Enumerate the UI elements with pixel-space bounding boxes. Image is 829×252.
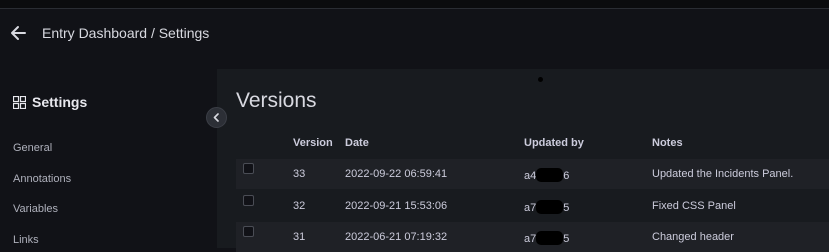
date-cell: 2022-09-21 15:53:06 — [345, 200, 448, 212]
table-row[interactable]: 33 2022-09-22 06:59:41 a4 6 Updated the I… — [236, 159, 829, 189]
sidebar-item-links[interactable]: Links — [13, 234, 39, 246]
row-checkbox[interactable] — [243, 226, 254, 237]
sidebar-title-label: Settings — [32, 94, 88, 110]
updated-by-cell: a4 6 — [524, 168, 570, 182]
date-cell: 2022-06-21 07:19:32 — [345, 231, 448, 243]
settings-sidebar: Settings General Annotations Variables L… — [0, 58, 217, 248]
breadcrumb[interactable]: Entry Dashboard / Settings — [42, 25, 209, 41]
row-checkbox[interactable] — [243, 195, 254, 206]
sidebar-item-general[interactable]: General — [13, 142, 52, 154]
updated-by-cell: a7 5 — [524, 200, 570, 214]
date-cell: 2022-09-22 06:59:41 — [345, 168, 448, 180]
redaction — [536, 200, 564, 214]
column-header-date: Date — [345, 137, 369, 149]
table-row[interactable]: 32 2022-09-21 15:53:06 a7 5 Fixed CSS Pan… — [236, 191, 829, 221]
column-header-updated-by: Updated by — [524, 137, 584, 149]
top-strip — [0, 0, 829, 9]
versions-panel: Versions Version Date Updated by Notes 3… — [217, 69, 829, 252]
page-header: Entry Dashboard / Settings — [0, 10, 829, 58]
notes-cell: Changed header — [652, 231, 734, 243]
apps-grid-icon — [13, 95, 26, 109]
redaction — [536, 168, 564, 182]
collapse-sidebar-button[interactable] — [206, 107, 227, 128]
indicator-dot — [538, 77, 543, 82]
column-header-notes: Notes — [652, 137, 683, 149]
chevron-left-icon — [213, 113, 219, 122]
page-title: Versions — [236, 89, 317, 112]
version-cell: 32 — [293, 200, 306, 212]
arrow-left-icon[interactable] — [9, 24, 27, 42]
version-cell: 33 — [293, 168, 306, 180]
sidebar-item-annotations[interactable]: Annotations — [13, 173, 71, 185]
version-cell: 31 — [293, 231, 306, 243]
redaction — [536, 231, 564, 245]
row-checkbox[interactable] — [243, 163, 254, 174]
column-header-version: Version — [293, 137, 333, 149]
notes-cell: Updated the Incidents Panel. — [652, 168, 794, 180]
sidebar-item-variables[interactable]: Variables — [13, 203, 58, 215]
updated-by-cell: a7 5 — [524, 231, 570, 245]
sidebar-title: Settings — [13, 94, 87, 110]
notes-cell: Fixed CSS Panel — [652, 200, 736, 212]
